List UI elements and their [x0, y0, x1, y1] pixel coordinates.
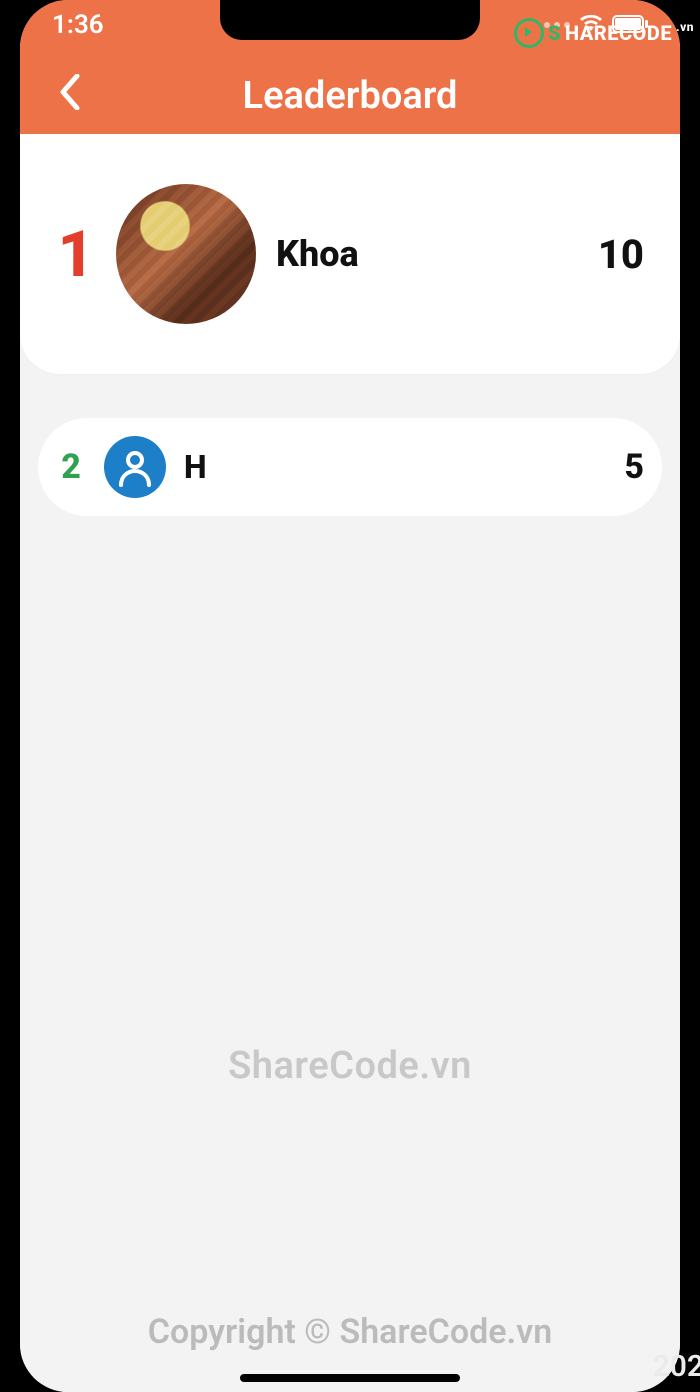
page-title: Leaderboard	[243, 74, 458, 118]
player-name: Khoa	[276, 233, 578, 275]
avatar	[104, 436, 166, 498]
person-icon	[115, 447, 155, 487]
sharecode-logo-icon	[514, 18, 544, 48]
home-indicator[interactable]	[240, 1374, 460, 1382]
chevron-left-icon	[59, 74, 81, 110]
watermark-center: ShareCode.vn	[20, 1044, 680, 1088]
status-time: 1:36	[52, 10, 104, 40]
badge-text-white: HARECODE	[565, 21, 672, 45]
leaderboard-row-2[interactable]: 2 H 5	[38, 418, 662, 516]
watermark-bottom: Copyright © ShareCode.vn	[20, 1312, 680, 1352]
player-score: 5	[624, 447, 644, 487]
badge-text-suffix: .vn	[676, 20, 694, 34]
player-score: 10	[598, 231, 644, 278]
device-notch	[220, 0, 480, 40]
badge-text-green: S	[548, 21, 561, 45]
player-name: H	[184, 448, 606, 486]
sharecode-badge: S HARECODE .vn	[514, 18, 694, 48]
corner-text: 202	[653, 1349, 700, 1384]
leaderboard-row-1[interactable]: 1 Khoa 10	[20, 134, 680, 374]
back-button[interactable]	[50, 72, 90, 112]
leaderboard-content: 1 Khoa 10 2 H 5 ShareCode.vn Copyright ©…	[20, 134, 680, 1392]
rank-number: 2	[56, 447, 86, 487]
avatar	[116, 184, 256, 324]
rank-number: 1	[56, 217, 96, 292]
